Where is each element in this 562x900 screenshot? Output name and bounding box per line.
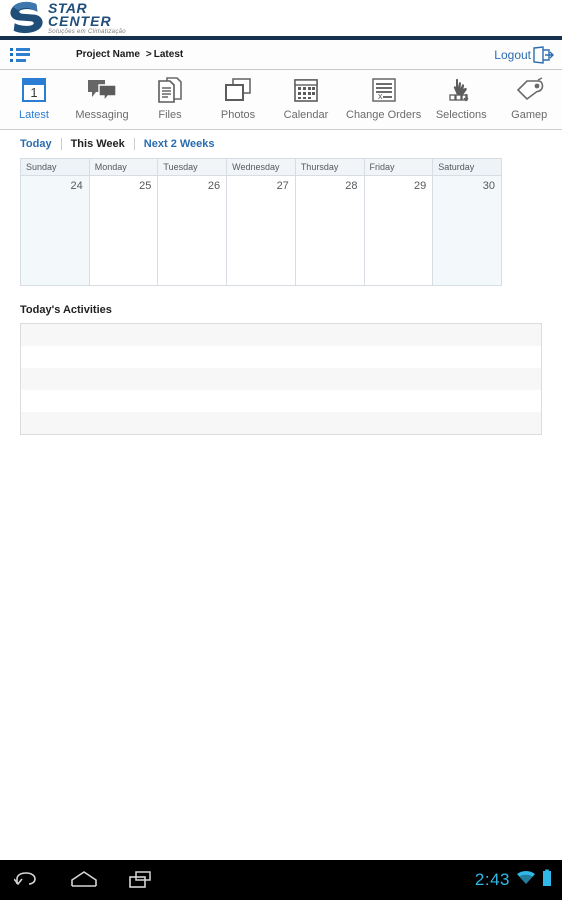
back-arrow-icon[interactable] (14, 870, 40, 890)
documents-stack-icon (156, 74, 184, 106)
calendar-day-cell[interactable]: 28 (294, 175, 365, 286)
toolbar-item-change-orders[interactable]: x Change Orders (340, 74, 427, 121)
checklist-lines-icon: x (370, 74, 398, 106)
battery-full-icon (542, 869, 552, 892)
list-item[interactable] (21, 346, 541, 368)
tab-today[interactable]: Today (20, 138, 61, 150)
toolbar-label: Gamep (511, 109, 548, 121)
speech-bubbles-icon (87, 74, 117, 106)
calendar-day-cell[interactable]: 26 (157, 175, 228, 286)
toolbar-label: Selections (435, 109, 487, 121)
calendar-header-cell: Saturday (432, 158, 502, 176)
brand-header: STAR CENTER Soluções em Climatização (0, 0, 562, 36)
calendar-day-cell[interactable]: 25 (88, 175, 159, 286)
calendar-day-cell[interactable]: 27 (226, 175, 296, 286)
android-navigation-bar: 2:43 (0, 860, 562, 900)
toolbar-item-files[interactable]: Files (136, 74, 204, 121)
logo: STAR CENTER Soluções em Climatização (8, 1, 126, 35)
calendar-header-cell: Wednesday (226, 158, 296, 176)
calendar-header-row: Sunday Monday Tuesday Wednesday Thursday… (20, 158, 502, 176)
calendar-header-cell: Thursday (294, 158, 365, 176)
status-area: 2:43 (475, 869, 552, 892)
list-item[interactable] (21, 390, 541, 412)
hamburger-list-icon[interactable] (10, 47, 30, 62)
toolbar-item-selections[interactable]: Selections (427, 74, 495, 121)
calendar-header-cell: Monday (88, 158, 159, 176)
toolbar-label: Change Orders (346, 109, 422, 121)
exit-door-icon (533, 45, 554, 64)
wifi-icon (516, 870, 536, 891)
toolbar-item-calendar[interactable]: Calendar (272, 74, 340, 121)
clock: 2:43 (474, 870, 510, 889)
toolbar-label: Calendar (283, 109, 329, 121)
tab-next-2-weeks[interactable]: Next 2 Weeks (133, 138, 224, 150)
breadcrumb-separator: > (145, 49, 152, 60)
toolbar-label: Messaging (75, 109, 129, 121)
breadcrumb-project[interactable]: Project Name (76, 49, 140, 60)
calendar-grid-icon (293, 74, 319, 106)
date-range-tabs: Today This Week Next 2 Weeks (0, 130, 562, 158)
list-item[interactable] (21, 368, 541, 390)
project-bar: Project Name > Latest Logout (0, 40, 562, 70)
calendar-header-cell: Sunday (20, 158, 90, 176)
calendar-day-cell[interactable]: 24 (20, 175, 90, 286)
calendar-day-cell[interactable]: 29 (363, 175, 434, 286)
list-item[interactable] (21, 412, 541, 434)
toolbar-label: Photos (220, 109, 256, 121)
logout-label: Logout (494, 47, 531, 62)
hand-pointer-icon (447, 74, 475, 106)
photo-frames-icon (224, 74, 252, 106)
svg-text:1: 1 (30, 85, 37, 100)
week-calendar: Sunday Monday Tuesday Wednesday Thursday… (20, 158, 502, 286)
calendar-day-row: 24 25 26 27 28 29 30 (20, 175, 502, 286)
logo-line-2: CENTER (48, 13, 112, 29)
calendar-day-cell[interactable]: 30 (432, 175, 502, 286)
calendar-header-cell: Tuesday (157, 158, 228, 176)
star-center-logo-icon (10, 1, 43, 34)
breadcrumb: Project Name > Latest (76, 49, 183, 60)
toolbar-item-gameplan[interactable]: Gamep (495, 74, 562, 121)
toolbar-item-photos[interactable]: Photos (204, 74, 272, 121)
recent-apps-icon[interactable] (128, 870, 154, 890)
toolbar-item-messaging[interactable]: Messaging (68, 74, 136, 121)
svg-text:x: x (378, 91, 383, 101)
home-icon[interactable] (70, 870, 98, 890)
toolbar-label: Files (158, 109, 182, 121)
toolbar-item-latest[interactable]: 1 Latest (0, 74, 68, 121)
main-toolbar: 1 Latest Messaging Files Photos Calendar… (0, 70, 562, 130)
whistle-icon (514, 74, 544, 106)
list-item[interactable] (21, 324, 541, 346)
tab-this-week[interactable]: This Week (60, 138, 134, 150)
logout-button[interactable]: Logout (494, 45, 554, 64)
calendar-day-one-icon: 1 (21, 74, 47, 106)
toolbar-label: Latest (19, 109, 49, 121)
activities-title: Today's Activities (20, 304, 112, 316)
calendar-header-cell: Friday (363, 158, 434, 176)
logo-tagline: Soluções em Climatização (48, 29, 126, 35)
breadcrumb-current: Latest (153, 49, 184, 60)
activities-list (20, 323, 542, 435)
